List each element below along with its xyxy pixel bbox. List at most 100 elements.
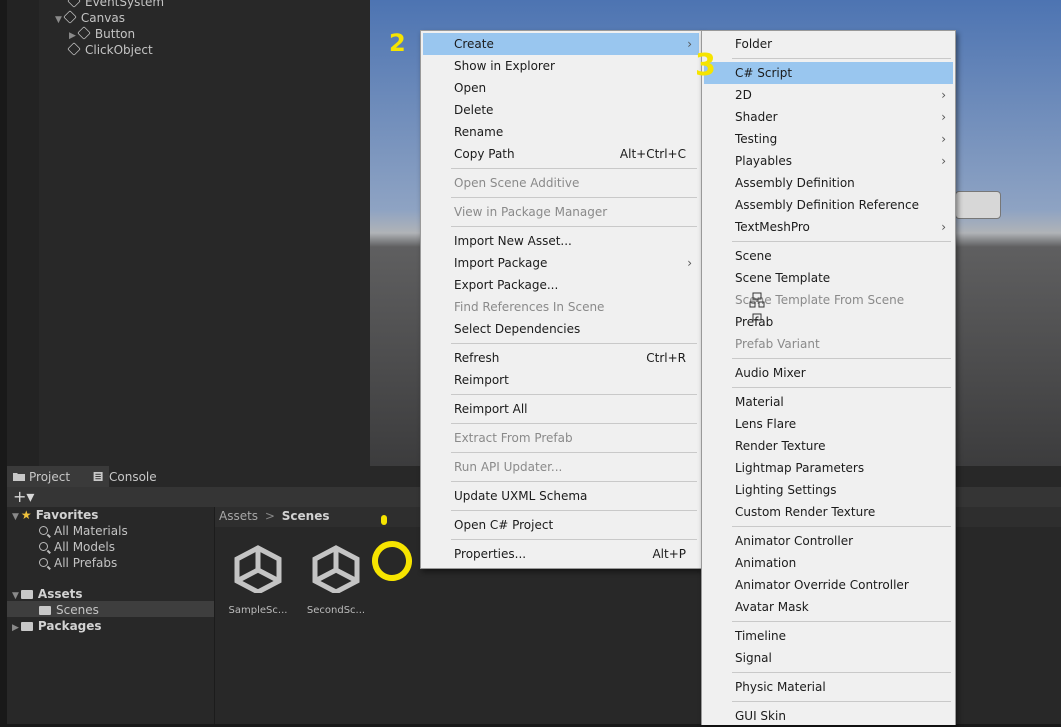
menu-item-export-package[interactable]: Export Package... [421,274,701,296]
menu-item-reimport-all[interactable]: Reimport All [421,398,701,420]
tree-favorites[interactable]: ▼ ★ Favorites [12,507,98,523]
tree-assets[interactable]: ▼ Assets [12,586,83,602]
create-item-shader[interactable]: Shader › [702,106,955,128]
menu-item-show-in-explorer[interactable]: Show in Explorer [421,55,701,77]
create-item-csharp-script[interactable]: C# Script [704,62,953,84]
menu-item-open-csharp-project[interactable]: Open C# Project [421,514,701,536]
tab-console[interactable]: Console [87,466,189,487]
menu-item-select-dependencies[interactable]: Select Dependencies [421,318,701,340]
menu-item-rename[interactable]: Rename [421,121,701,143]
create-item-animator-override-controller[interactable]: Animator Override Controller [702,574,955,596]
expand-right-icon[interactable]: ▶ [69,31,76,41]
unity-scene-icon [312,545,360,593]
tree-all-prefabs[interactable]: All Prefabs [39,555,117,571]
folder-icon [39,606,51,615]
tree-all-materials[interactable]: All Materials [39,523,128,539]
tree-all-models[interactable]: All Models [39,539,115,555]
context-menu: Create › Show in Explorer Open Delete Ren… [420,30,702,569]
create-item-animation[interactable]: Animation [702,552,955,574]
create-item-testing[interactable]: Testing › [702,128,955,150]
expand-down-icon[interactable]: ▼ [12,591,19,601]
asset-label: SecondSc... [306,605,366,616]
asset-scene-1[interactable]: SampleSc... [228,545,288,616]
add-button[interactable]: +▾ [13,487,34,506]
chevron-right-icon: › [941,220,946,234]
menu-item-open[interactable]: Open [421,77,701,99]
create-item-material[interactable]: Material [702,391,955,413]
menu-separator [732,701,951,702]
menu-separator [732,526,951,527]
tree-packages[interactable]: ▶ Packages [12,618,102,634]
create-item-folder[interactable]: Folder [702,33,955,55]
create-item-render-texture[interactable]: Render Texture [702,435,955,457]
menu-item-create[interactable]: Create › [423,33,699,55]
gameobject-icon [67,42,81,56]
breadcrumb-separator: > [264,509,275,523]
create-item-lens-flare[interactable]: Lens Flare [702,413,955,435]
hierarchy-item-eventsystem[interactable]: EventSystem [67,0,164,10]
create-item-scene-template[interactable]: Scene Template [702,267,955,289]
menu-separator [451,481,697,482]
tree-scenes[interactable]: Scenes [39,602,99,618]
chevron-right-icon: › [941,110,946,124]
create-item-timeline[interactable]: Timeline [702,625,955,647]
menu-item-refresh[interactable]: Refresh Ctrl+R [421,347,701,369]
menu-separator [732,58,951,59]
menu-item-import-new-asset[interactable]: Import New Asset... [421,230,701,252]
breadcrumb-assets[interactable]: Assets [219,509,258,523]
asset-scene-2[interactable]: SecondSc... [306,545,366,616]
menu-item-copy-path[interactable]: Copy Path Alt+Ctrl+C [421,143,701,165]
create-item-scene[interactable]: Scene [702,245,955,267]
menu-item-import-package[interactable]: Import Package › [421,252,701,274]
shortcut-label: Alt+P [652,547,686,561]
hierarchy-item-clickobject[interactable]: ClickObject [67,42,153,58]
folder-icon [20,622,33,631]
create-item-animator-controller[interactable]: Animator Controller [702,530,955,552]
menu-item-extract-from-prefab: Extract From Prefab [454,431,573,445]
create-item-assembly-definition[interactable]: Assembly Definition [702,172,955,194]
menu-item-properties[interactable]: Properties... Alt+P [421,543,701,565]
shortcut-label: Ctrl+R [646,351,686,365]
menu-separator [732,358,951,359]
create-item-playables[interactable]: Playables › [702,150,955,172]
menu-item-reimport[interactable]: Reimport [421,369,701,391]
menu-item-delete[interactable]: Delete [421,99,701,121]
create-item-scene-template-from-scene: Scene Template From Scene [735,293,905,307]
create-item-physic-material[interactable]: Physic Material [702,676,955,698]
menu-item-find-references: Find References In Scene [454,300,605,314]
menu-separator [451,452,697,453]
hierarchy-item-button[interactable]: ▶ Button [69,26,135,42]
create-item-avatar-mask[interactable]: Avatar Mask [702,596,955,618]
gameobject-icon [77,26,91,40]
create-item-assembly-definition-reference[interactable]: Assembly Definition Reference [702,194,955,216]
expand-down-icon[interactable]: ▼ [12,512,19,522]
menu-item-run-api-updater: Run API Updater... [454,460,563,474]
annotation-step-2: 2 [389,29,406,57]
breadcrumb-scenes[interactable]: Scenes [282,509,330,523]
folder-open-icon [20,590,33,599]
menu-item-view-in-package-manager: View in Package Manager [454,205,608,219]
search-icon [39,542,48,551]
create-item-custom-render-texture[interactable]: Custom Render Texture [702,501,955,523]
shortcut-label: Alt+Ctrl+C [619,147,686,161]
menu-item-update-uxml-schema[interactable]: Update UXML Schema [421,485,701,507]
menu-separator [451,168,697,169]
scene-ui-button [955,191,1001,219]
create-item-2d[interactable]: 2D › [702,84,955,106]
menu-separator [732,387,951,388]
create-item-lightmap-parameters[interactable]: Lightmap Parameters [702,457,955,479]
chevron-right-icon: › [687,256,692,270]
hierarchy-item-canvas[interactable]: ▼ Canvas [55,10,125,26]
create-item-textmeshpro[interactable]: TextMeshPro › [702,216,955,238]
create-item-prefab[interactable]: Prefab [702,311,955,333]
console-icon [93,472,103,481]
chevron-right-icon: › [941,132,946,146]
create-item-audio-mixer[interactable]: Audio Mixer [702,362,955,384]
search-icon [39,526,48,535]
chevron-right-icon: › [941,88,946,102]
create-item-lighting-settings[interactable]: Lighting Settings [702,479,955,501]
create-item-signal[interactable]: Signal [702,647,955,669]
move-cursor-icon [749,292,765,321]
expand-down-icon[interactable]: ▼ [55,15,62,25]
expand-right-icon[interactable]: ▶ [12,623,19,633]
